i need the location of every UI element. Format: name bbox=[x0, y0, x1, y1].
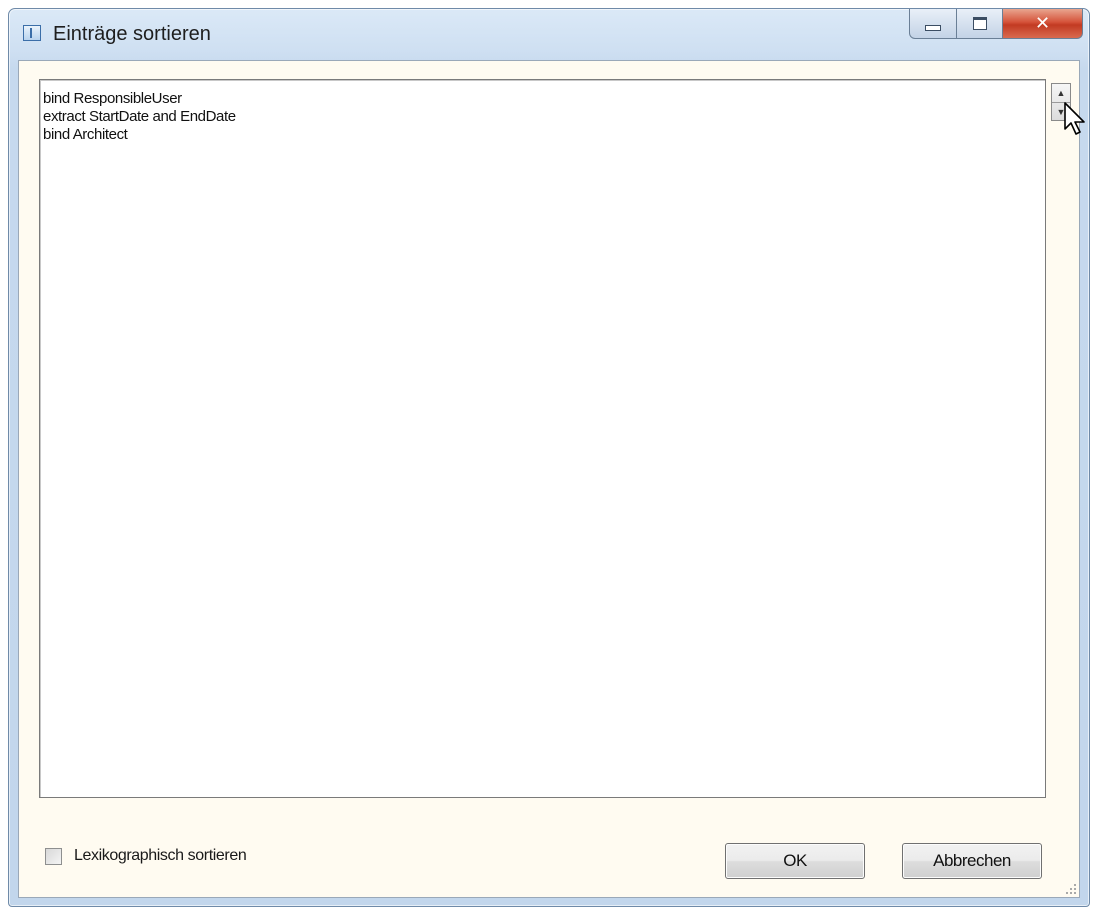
close-icon: ✕ bbox=[1034, 13, 1051, 33]
cancel-button[interactable]: Abbrechen bbox=[902, 843, 1042, 879]
minimize-icon bbox=[925, 24, 941, 31]
lexicographic-checkbox[interactable] bbox=[45, 847, 62, 865]
maximize-icon bbox=[972, 17, 987, 30]
window-icon bbox=[23, 25, 41, 41]
title-bar[interactable]: Einträge sortieren ✕ bbox=[9, 9, 1089, 59]
list-item[interactable]: bind ResponsibleUser bbox=[43, 90, 1045, 108]
close-button[interactable]: ✕ bbox=[1003, 9, 1083, 39]
list-item[interactable]: bind Architect bbox=[43, 126, 1045, 144]
caption-buttons: ✕ bbox=[909, 9, 1083, 39]
sort-entries-dialog: Einträge sortieren ✕ bind ResponsibleUse… bbox=[8, 8, 1090, 907]
arrow-up-icon: ▲ bbox=[1056, 88, 1066, 98]
maximize-button[interactable] bbox=[957, 9, 1003, 39]
move-up-button[interactable]: ▲ bbox=[1052, 84, 1070, 102]
entries-listbox[interactable]: bind ResponsibleUser extract StartDate a… bbox=[39, 79, 1046, 798]
minimize-button[interactable] bbox=[909, 9, 957, 39]
dialog-body: bind ResponsibleUser extract StartDate a… bbox=[18, 60, 1085, 898]
resize-grip-icon[interactable] bbox=[1064, 882, 1076, 894]
window-title: Einträge sortieren bbox=[53, 23, 211, 45]
lexicographic-option[interactable]: Lexikographisch sortieren bbox=[45, 847, 247, 865]
ok-button[interactable]: OK bbox=[725, 843, 865, 879]
list-item[interactable]: extract StartDate and EndDate bbox=[43, 108, 1045, 126]
lexicographic-label[interactable]: Lexikographisch sortieren bbox=[74, 847, 247, 865]
mouse-pointer-icon bbox=[1064, 102, 1085, 135]
